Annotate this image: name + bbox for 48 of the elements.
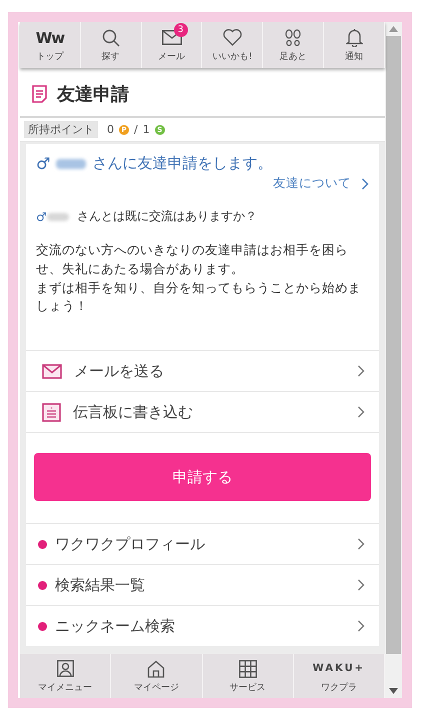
points-label: 所持ポイント [24, 121, 98, 138]
footprints-icon [284, 28, 302, 46]
chevron-right-icon [357, 579, 365, 591]
question-text: さんとは既に交流はありますか？ [76, 208, 257, 225]
nav-tab[interactable]: 探す [80, 22, 142, 68]
submit-button[interactable]: 申請する [34, 453, 371, 501]
notice-text: 交流のない方へのいきなりの友達申請はお相手を困らせ、失礼にあたる場合があります。 [36, 241, 349, 278]
nav-tab[interactable]: いいかも! [202, 22, 264, 68]
points-value: 1 [142, 123, 150, 136]
envelope-icon [42, 364, 62, 378]
page-title: 友達申請 [57, 83, 129, 106]
search-icon [102, 28, 120, 46]
chevron-right-icon [357, 365, 365, 377]
memo-icon [32, 85, 47, 103]
nav-tab[interactable]: 3 メール [142, 22, 202, 68]
chevron-right-icon [357, 620, 365, 632]
request-message: さんに友達申請をします。 [92, 154, 272, 173]
nav-tab[interactable]: マイページ [111, 654, 202, 698]
chevron-right-icon [357, 406, 365, 418]
home-icon [147, 660, 166, 678]
bell-icon [346, 28, 363, 47]
notice-text: まずは相手を知り、自分を知ってもらうことから始めましょう！ [36, 278, 362, 316]
nav-tab[interactable]: 足あと [263, 22, 324, 68]
blurred-name [46, 212, 69, 220]
bullet-icon [38, 622, 47, 630]
separator: / [134, 123, 138, 136]
bullet-icon [38, 540, 47, 548]
bullet-icon [38, 580, 47, 590]
scroll-up-icon[interactable] [389, 26, 398, 32]
nav-tab[interactable]: マイメニュー [20, 654, 112, 698]
blurred-name [56, 158, 86, 168]
logo: Ww [36, 28, 64, 46]
chevron-right-icon [361, 178, 369, 190]
points-value: 0 [107, 123, 114, 136]
chevron-right-icon [357, 538, 365, 550]
heart-icon [222, 29, 242, 46]
male-symbol: ♂ [36, 154, 50, 173]
notepad-icon [42, 402, 61, 422]
scrollbar[interactable] [385, 22, 402, 698]
nav-tab[interactable]: サービス [202, 654, 294, 698]
grid-icon [238, 660, 257, 678]
male-symbol: ♂ [36, 210, 47, 224]
logo: WAKU+ [312, 663, 366, 674]
person-icon [56, 660, 74, 677]
about-friends-link[interactable]: 友達について [273, 175, 369, 192]
scroll-down-icon[interactable] [389, 688, 398, 694]
unread-badge: 3 [174, 22, 188, 36]
nav-tab[interactable]: Ww トップ [20, 22, 81, 68]
